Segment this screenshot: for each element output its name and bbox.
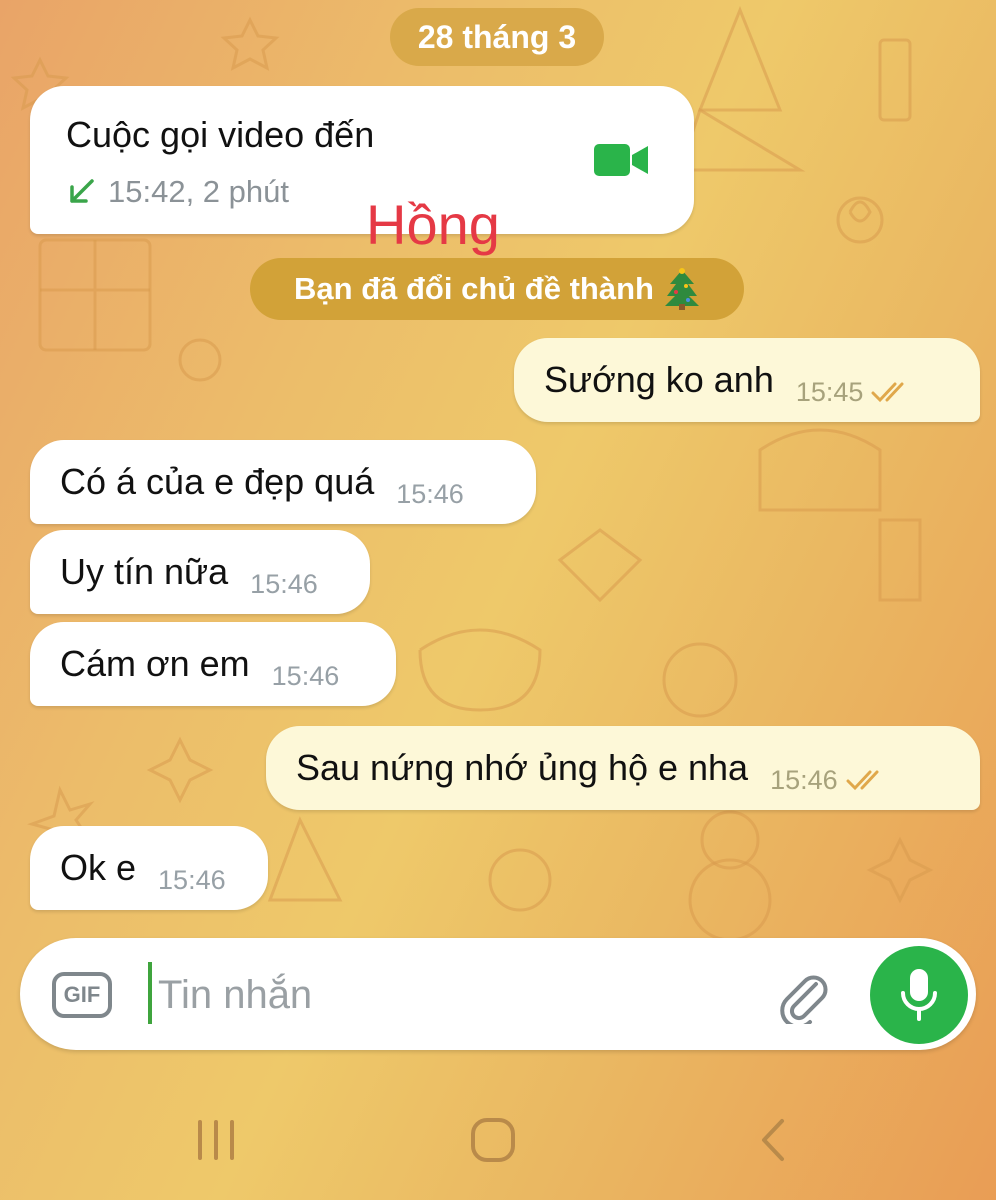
message-bubble-incoming[interactable]: Uy tín nữa 15:46 <box>30 530 370 614</box>
message-input[interactable] <box>156 958 760 1032</box>
theme-change-notice: Bạn đã đổi chủ đề thành <box>250 258 744 320</box>
message-bubble-outgoing[interactable]: Sướng ko anh 15:45 <box>514 338 980 422</box>
message-time: 15:46 <box>396 478 464 509</box>
recent-apps-icon[interactable] <box>192 1118 240 1162</box>
incoming-video-call-card[interactable]: Cuộc gọi video đến 15:42, 2 phút <box>30 86 694 234</box>
call-meta: 15:42, 2 phút <box>66 174 289 210</box>
message-bubble-incoming[interactable]: Có á của e đẹp quá 15:46 <box>30 440 536 524</box>
read-ticks-icon <box>846 770 879 791</box>
system-navigation-bar <box>0 1080 996 1200</box>
message-text: Sướng ko anh <box>544 359 774 400</box>
message-time: 15:46 <box>250 568 318 599</box>
back-icon[interactable] <box>756 1118 790 1162</box>
message-time: 15:46 <box>158 864 226 895</box>
message-text: Cám ơn em <box>60 643 250 684</box>
message-text: Ok e <box>60 847 137 888</box>
message-composer: GIF <box>20 938 976 1050</box>
text-cursor <box>148 962 152 1024</box>
christmas-tree-icon <box>664 268 699 310</box>
paperclip-icon[interactable] <box>776 968 832 1024</box>
message-time: 15:46 <box>770 764 838 795</box>
call-time-duration: 15:42, 2 phút <box>108 174 289 209</box>
message-bubble-incoming[interactable]: Ok e 15:46 <box>30 826 268 910</box>
call-title: Cuộc gọi video đến <box>66 114 375 155</box>
message-text: Có á của e đẹp quá <box>60 461 375 502</box>
video-camera-icon[interactable] <box>594 142 648 178</box>
home-icon[interactable] <box>468 1118 518 1162</box>
date-header: 28 tháng 3 <box>390 8 604 66</box>
message-bubble-incoming[interactable]: Cám ơn em 15:46 <box>30 622 396 706</box>
message-bubble-outgoing[interactable]: Sau nứng nhớ ủng hộ e nha 15:46 <box>266 726 980 810</box>
message-time: 15:45 <box>795 376 864 407</box>
microphone-icon <box>901 969 937 1021</box>
message-text: Sau nứng nhớ ủng hộ e nha <box>296 747 749 788</box>
overlay-name-label: Hồng <box>366 193 500 256</box>
message-time: 15:46 <box>271 660 340 691</box>
message-text: Uy tín nữa <box>60 551 229 592</box>
incoming-arrow-icon <box>70 179 94 203</box>
theme-notice-text: Bạn đã đổi chủ đề thành <box>294 271 654 306</box>
gif-icon[interactable]: GIF <box>52 972 112 1018</box>
read-ticks-icon <box>871 382 904 403</box>
voice-record-button[interactable] <box>870 946 968 1044</box>
